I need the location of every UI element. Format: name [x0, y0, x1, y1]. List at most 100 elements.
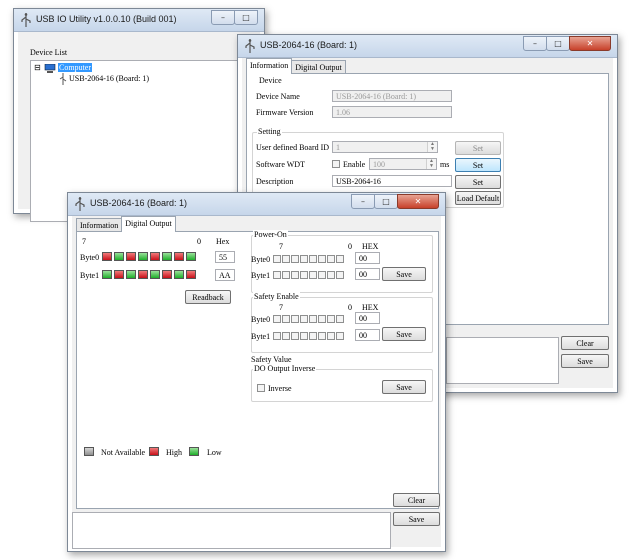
bit0-label: 0	[348, 242, 352, 251]
byte0-bit4-led[interactable]	[138, 252, 148, 261]
tree-item-usb-board[interactable]: USB-2064-16 (Board: 1)	[69, 74, 149, 83]
byte1-bit4-led[interactable]	[138, 270, 148, 279]
byte0-bit2-led[interactable]	[162, 252, 172, 261]
close-button[interactable]: ✕	[569, 36, 611, 51]
software-wdt-label: Software WDT	[256, 160, 305, 169]
spin-arrows-icon[interactable]: ▲ ▼	[427, 142, 437, 152]
byte1-hex-field[interactable]: AA	[215, 269, 235, 281]
clear-button[interactable]: Clear	[561, 336, 609, 350]
byte0-bit6-led[interactable]	[114, 252, 124, 261]
byte1-bit3-led[interactable]	[150, 270, 160, 279]
inverse-save-button[interactable]: Save	[382, 380, 426, 394]
safety-enable-byte0-checkboxes[interactable]	[273, 315, 344, 323]
load-default-button[interactable]: Load Default	[455, 191, 501, 205]
minimize-button[interactable]: –	[211, 10, 235, 25]
bit7-label: 7	[279, 303, 283, 312]
maximize-button[interactable]: □	[374, 194, 398, 209]
tree-expander-icon[interactable]: ⊟	[34, 63, 41, 72]
byte1-label: Byte1	[251, 332, 271, 341]
do-titlebar[interactable]: USB-2064-16 (Board: 1) – □ ✕	[68, 193, 445, 216]
set-description-button[interactable]: Set	[455, 175, 501, 189]
board-info-title: USB-2064-16 (Board: 1)	[260, 40, 358, 50]
safety-enable-byte0-hex[interactable]: 00	[355, 312, 380, 324]
bit0-label: 0	[348, 303, 352, 312]
tab-information[interactable]: Information	[76, 218, 123, 232]
safety-enable-byte1-hex[interactable]: 00	[355, 329, 380, 341]
main-window-title: USB IO Utility v1.0.0.10 (Build 001)	[36, 14, 177, 24]
byte0-bit5-led[interactable]	[126, 252, 136, 261]
do-log[interactable]	[72, 512, 391, 549]
board-id-stepper[interactable]: 1 ▲ ▼	[332, 141, 438, 153]
byte1-bit0-led[interactable]	[186, 270, 196, 279]
power-on-save-button[interactable]: Save	[382, 267, 426, 281]
tab-digital-output[interactable]: Digital Output	[291, 60, 346, 74]
digital-output-page: 7 0 Hex Byte0 55 Byte1 AA Readback Power…	[76, 230, 439, 509]
power-on-byte0-hex[interactable]: 00	[355, 252, 380, 264]
byte0-label: Byte0	[251, 255, 271, 264]
power-on-byte1-hex[interactable]: 00	[355, 268, 380, 280]
do-client: Information Digital Output 7 0 Hex Byte0…	[72, 216, 441, 549]
firmware-version-field: 1.06	[332, 106, 452, 118]
board-id-label: User defined Board ID	[256, 143, 330, 152]
computer-icon	[44, 64, 56, 73]
byte0-hex-field[interactable]: 55	[215, 251, 235, 263]
wdt-value: 100	[373, 160, 385, 169]
inverse-checkbox[interactable]	[257, 384, 265, 392]
tab-digital-output[interactable]: Digital Output	[121, 216, 176, 232]
byte0-bit7-led[interactable]	[102, 252, 112, 261]
readback-button[interactable]: Readback	[185, 290, 231, 304]
digital-output-window: USB-2064-16 (Board: 1) – □ ✕ Information…	[67, 192, 446, 552]
byte1-bit5-led[interactable]	[126, 270, 136, 279]
wdt-enable-checkbox[interactable]	[332, 160, 340, 168]
close-button[interactable]: ✕	[397, 194, 439, 209]
firmware-version-label: Firmware Version	[256, 108, 314, 117]
usb-icon	[21, 13, 31, 27]
save-button[interactable]: Save	[561, 354, 609, 368]
clear-button[interactable]: Clear	[393, 493, 440, 507]
byte0-bit1-led[interactable]	[174, 252, 184, 261]
byte0-bit3-led[interactable]	[150, 252, 160, 261]
inverse-label: Inverse	[268, 384, 292, 393]
maximize-button[interactable]: □	[546, 36, 570, 51]
wdt-stepper[interactable]: 100 ▲ ▼	[369, 158, 437, 170]
set-board-id-button[interactable]: Set	[455, 141, 501, 155]
hex-label: Hex	[216, 237, 230, 246]
byte1-led-row	[102, 270, 196, 279]
usb-io-utility-window: USB IO Utility v1.0.0.10 (Build 001) – □…	[13, 8, 265, 222]
main-titlebar[interactable]: USB IO Utility v1.0.0.10 (Build 001) – □	[14, 9, 264, 32]
tree-item-computer[interactable]: Computer	[58, 63, 92, 72]
byte0-bit0-led[interactable]	[186, 252, 196, 261]
power-on-title: Power-On	[253, 230, 288, 239]
safety-enable-byte1-checkboxes[interactable]	[273, 332, 344, 340]
usb-device-icon	[59, 73, 67, 85]
description-input[interactable]: USB-2064-16	[332, 175, 452, 187]
safety-enable-title: Safety Enable	[253, 292, 300, 301]
spin-arrows-icon[interactable]: ▲ ▼	[426, 159, 436, 169]
legend-low-swatch	[189, 447, 199, 456]
main-client: Device List ⊟ Computer USB-2064-16 (Boar…	[18, 32, 260, 222]
do-window-title: USB-2064-16 (Board: 1)	[90, 198, 188, 208]
board-info-titlebar[interactable]: USB-2064-16 (Board: 1) – □ ✕	[238, 35, 617, 58]
do-output-inverse-title: DO Output Inverse	[253, 364, 317, 373]
board-id-value: 1	[336, 143, 340, 152]
power-on-byte1-checkboxes[interactable]	[273, 271, 344, 279]
legend-high-label: High	[166, 448, 182, 457]
byte1-bit7-led[interactable]	[102, 270, 112, 279]
minimize-button[interactable]: –	[351, 194, 375, 209]
bit7-label: 7	[82, 237, 86, 246]
save-button[interactable]: Save	[393, 512, 440, 526]
wdt-unit-label: ms	[440, 160, 450, 169]
byte1-bit2-led[interactable]	[162, 270, 172, 279]
board-info-log[interactable]	[446, 337, 559, 384]
byte1-bit1-led[interactable]	[174, 270, 184, 279]
safety-enable-save-button[interactable]: Save	[382, 327, 426, 341]
set-wdt-button[interactable]: Set	[455, 158, 501, 172]
tab-information[interactable]: Information	[246, 58, 293, 74]
byte0-led-row	[102, 252, 196, 261]
power-on-byte0-checkboxes[interactable]	[273, 255, 344, 263]
minimize-button[interactable]: –	[523, 36, 547, 51]
hex-label: HEX	[362, 242, 379, 251]
maximize-button[interactable]: □	[234, 10, 258, 25]
hex-label: HEX	[362, 303, 379, 312]
byte1-bit6-led[interactable]	[114, 270, 124, 279]
